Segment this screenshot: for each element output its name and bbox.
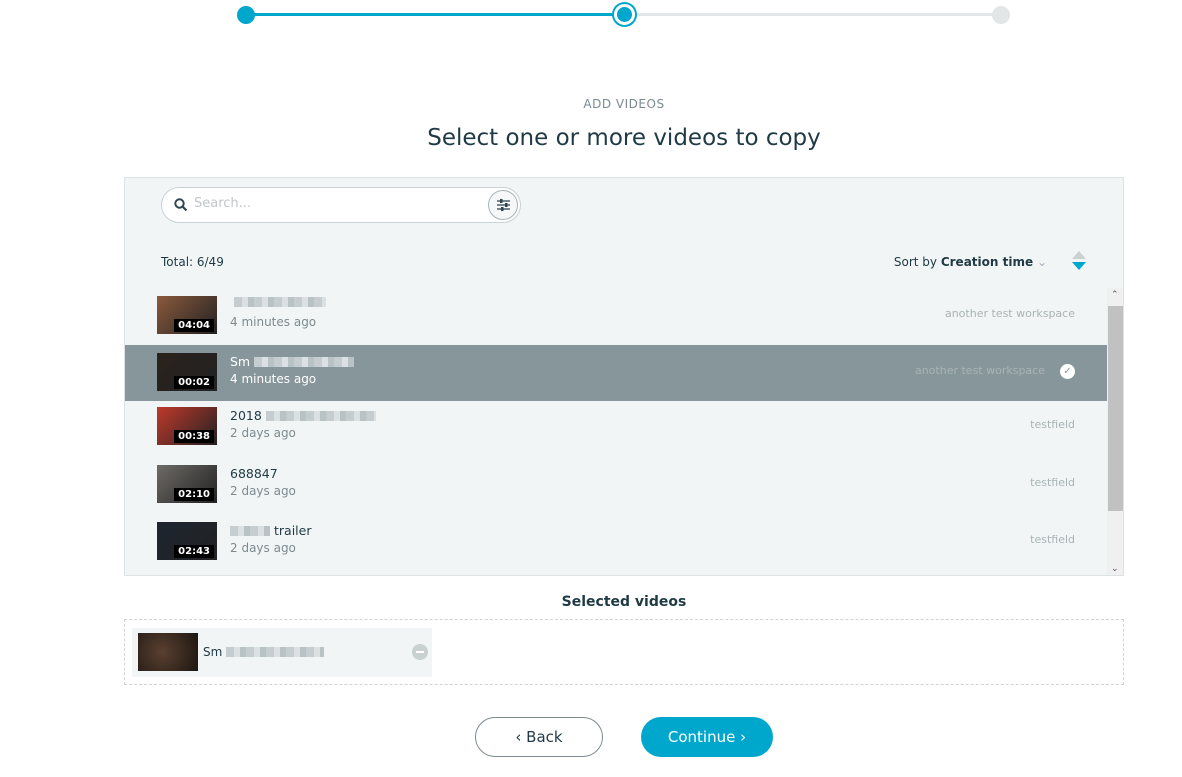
video-duration: 00:38 (174, 430, 214, 443)
total-count: Total: 6/49 (161, 255, 224, 269)
video-row[interactable]: 02:43 trailer 2 days ago testfield (125, 514, 1107, 570)
search-icon (174, 198, 188, 212)
redacted-text (230, 525, 270, 536)
step-3 (992, 6, 1010, 24)
video-created: 4 minutes ago (230, 315, 317, 329)
video-duration: 00:02 (174, 376, 214, 389)
selected-video-thumbnail (138, 633, 198, 671)
video-title: trailer (274, 523, 312, 538)
video-list: 04:04 4 minutes ago another test workspa… (125, 288, 1107, 575)
scrollbar[interactable]: ⌃ ⌄ (1107, 288, 1123, 575)
scroll-up-icon[interactable]: ⌃ (1111, 290, 1119, 300)
step-1 (237, 6, 255, 24)
video-duration: 02:10 (174, 488, 214, 501)
redacted-text (265, 410, 376, 421)
video-workspace: testfield (1030, 476, 1075, 489)
video-created: 2 days ago (230, 484, 296, 498)
video-duration: 04:04 (174, 319, 214, 332)
video-title: Sm (230, 354, 251, 369)
video-thumbnail: 02:10 (157, 465, 217, 503)
video-workspace: testfield (1030, 418, 1075, 431)
video-row[interactable]: 04:04 4 minutes ago another test workspa… (125, 288, 1107, 344)
selected-videos-area: Sm (124, 619, 1124, 685)
redacted-text (226, 647, 325, 657)
search-box (161, 187, 521, 223)
video-workspace: testfield (1030, 533, 1075, 546)
video-row[interactable]: 02:10 688847 2 days ago testfield (125, 457, 1107, 513)
scrollbar-thumb[interactable] (1108, 306, 1123, 511)
redacted-text (254, 356, 355, 367)
video-row[interactable]: 00:02 Sm 4 minutes ago another test work… (125, 345, 1107, 401)
selected-heading: Selected videos (561, 594, 687, 610)
video-created: 2 days ago (230, 426, 296, 440)
video-row[interactable]: 00:38 2018 2 days ago testfield (125, 399, 1107, 455)
video-thumbnail: 02:43 (157, 522, 217, 560)
video-thumbnail: 04:04 (157, 296, 217, 334)
filter-button[interactable] (488, 190, 518, 220)
back-button[interactable]: ‹ Back (475, 717, 603, 757)
sort-field: Creation time (940, 255, 1034, 269)
video-created: 4 minutes ago (230, 372, 317, 386)
video-thumbnail: 00:02 (157, 353, 217, 391)
stepper-track (624, 13, 1001, 16)
stepper-progress (246, 13, 624, 16)
section-eyebrow: ADD VIDEOS (583, 97, 665, 111)
video-picker: Total: 6/49 Sort by Creation time ⌄ 04:0… (124, 177, 1124, 576)
sort-dropdown[interactable]: Sort by Creation time ⌄ (894, 255, 1047, 269)
video-created: 2 days ago (230, 541, 296, 555)
step-2-current (614, 4, 635, 25)
video-thumbnail: 00:38 (157, 407, 217, 445)
video-title: 2018 (230, 408, 262, 423)
check-icon: ✓ (1060, 364, 1075, 379)
selected-video-item: Sm (132, 628, 432, 677)
video-workspace: another test workspace (944, 307, 1075, 320)
selected-video-title: Sm (203, 645, 223, 659)
chevron-down-icon: ⌄ (1036, 255, 1047, 269)
sort-prefix: Sort by (893, 255, 937, 269)
search-input[interactable] (194, 196, 474, 211)
page-title: Select one or more videos to copy (427, 125, 821, 151)
sort-order-toggle[interactable] (1072, 251, 1086, 271)
sliders-icon (497, 199, 510, 211)
redacted-text (234, 297, 326, 307)
video-duration: 02:43 (174, 545, 214, 558)
video-workspace: another test workspace (914, 364, 1045, 377)
continue-button[interactable]: Continue › (641, 717, 773, 757)
video-title: 688847 (230, 466, 278, 481)
scroll-down-icon[interactable]: ⌄ (1111, 564, 1119, 574)
remove-icon[interactable] (412, 644, 428, 660)
